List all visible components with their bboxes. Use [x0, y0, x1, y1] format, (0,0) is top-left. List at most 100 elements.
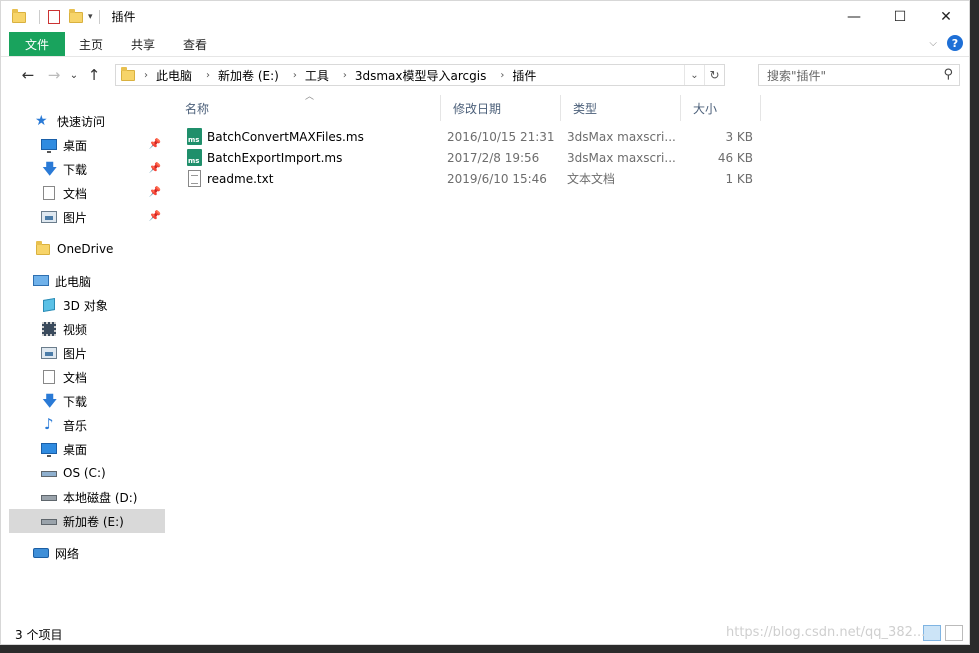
sidebar-item-network[interactable]: 网络	[9, 541, 165, 565]
table-row[interactable]: readme.txt 2019/6/10 15:46 文本文档 1 KB	[181, 168, 771, 189]
breadcrumb-tools[interactable]: 工具	[305, 67, 329, 84]
column-header-size[interactable]: 大小	[681, 95, 761, 121]
desktop-icon	[41, 441, 57, 457]
address-bar[interactable]: › 此电脑 › 新加卷 (E:) › 工具 › 3dsmax模型导入arcgis…	[115, 64, 725, 86]
sidebar-item-quick-access[interactable]: ★ 快速访问	[9, 109, 165, 133]
sidebar-item-downloads-pinned[interactable]: 🡇 下载 📌	[9, 157, 165, 181]
chevron-right-icon[interactable]: ›	[206, 70, 210, 81]
sidebar-item-desktop-pinned[interactable]: 桌面 📌	[9, 133, 165, 157]
picture-icon	[41, 345, 57, 361]
close-button[interactable]: ✕	[923, 1, 969, 32]
maxscript-file-icon: ms	[187, 128, 203, 146]
large-icons-view-button[interactable]	[945, 625, 963, 641]
sidebar-item-music[interactable]: ♪ 音乐	[9, 413, 165, 437]
drive-icon	[41, 489, 57, 505]
pin-icon: 📌	[148, 139, 161, 150]
download-icon: 🡇	[42, 392, 58, 410]
breadcrumb-plugins[interactable]: 插件	[512, 67, 536, 84]
sidebar-item-label: 音乐	[63, 418, 88, 433]
expand-ribbon-icon[interactable]: ⌵	[929, 38, 937, 49]
customize-toolbar-icon[interactable]: ▾	[88, 12, 93, 22]
file-date: 2017/2/8 19:56	[447, 150, 540, 165]
title-bar: ▾ 插件 — ☐ ✕	[1, 1, 969, 32]
music-icon: ♪	[44, 415, 54, 433]
drive-icon	[41, 465, 57, 481]
file-name: readme.txt	[207, 171, 274, 186]
sidebar-item-label: 下载	[63, 394, 88, 409]
properties-icon[interactable]	[46, 9, 62, 25]
recent-locations-button[interactable]: ⌄	[67, 63, 81, 87]
maxscript-file-icon: ms	[187, 149, 203, 167]
help-icon[interactable]: ?	[947, 35, 963, 51]
sidebar-item-label: 文档	[63, 370, 88, 385]
sidebar-item-label: 桌面	[63, 138, 88, 153]
sidebar-item-pictures-pinned[interactable]: 图片 📌	[9, 205, 165, 229]
minimize-button[interactable]: —	[831, 1, 877, 32]
sidebar-item-desktop[interactable]: 桌面	[9, 437, 165, 461]
folder-icon	[11, 8, 27, 25]
sidebar-item-label: 本地磁盘 (D:)	[63, 490, 138, 505]
column-header-name[interactable]: 名称	[173, 95, 441, 121]
breadcrumb-this-pc[interactable]: 此电脑	[156, 67, 192, 84]
picture-icon	[41, 209, 57, 225]
sidebar-item-downloads[interactable]: 🡇 下载	[9, 389, 165, 413]
new-folder-icon[interactable]	[68, 8, 84, 25]
sidebar-item-pictures[interactable]: 图片	[9, 341, 165, 365]
explorer-window: ▾ 插件 — ☐ ✕ 文件 主页 共享 查看 ⌵ ? ← → ⌄ ↑ › 此电脑…	[0, 0, 970, 645]
up-button[interactable]: ↑	[81, 63, 107, 87]
breadcrumb-3dsmax-folder[interactable]: 3dsmax模型导入arcgis	[355, 67, 486, 84]
file-size: 1 KB	[725, 171, 753, 186]
sidebar-item-label: 视频	[63, 322, 88, 337]
chevron-right-icon[interactable]: ›	[144, 70, 148, 81]
chevron-right-icon[interactable]: ›	[293, 70, 297, 81]
tab-share[interactable]: 共享	[117, 32, 169, 56]
cube-icon	[41, 297, 57, 313]
back-button[interactable]: ←	[15, 63, 41, 87]
file-type: 3dsMax maxscri...	[567, 129, 675, 144]
sidebar-item-label: OneDrive	[57, 242, 114, 256]
file-type: 3dsMax maxscri...	[567, 150, 675, 165]
sidebar-item-onedrive[interactable]: OneDrive	[9, 237, 165, 261]
folder-icon	[120, 67, 136, 83]
sidebar-item-3d-objects[interactable]: 3D 对象	[9, 293, 165, 317]
breadcrumb-drive-e[interactable]: 新加卷 (E:)	[218, 67, 279, 84]
sidebar-item-videos[interactable]: 视频	[9, 317, 165, 341]
search-input[interactable]: 搜索"插件" ⚲	[758, 64, 960, 86]
sidebar-item-documents-pinned[interactable]: 文档 📌	[9, 181, 165, 205]
document-icon	[41, 369, 57, 385]
video-icon	[41, 321, 57, 337]
chevron-right-icon[interactable]: ›	[343, 70, 347, 81]
sidebar-item-this-pc[interactable]: 此电脑	[9, 269, 165, 293]
file-list: ︿ 名称 修改日期 类型 大小 ms BatchConvertMAXFiles.…	[167, 92, 957, 617]
refresh-icon[interactable]: ↻	[704, 65, 724, 85]
sidebar-item-drive-e[interactable]: 新加卷 (E:)	[9, 509, 165, 533]
sidebar-item-label: 此电脑	[55, 274, 92, 289]
table-row[interactable]: ms BatchExportImport.ms 2017/2/8 19:56 3…	[181, 147, 771, 168]
search-icon: ⚲	[943, 67, 953, 82]
tab-view[interactable]: 查看	[169, 32, 221, 56]
star-icon: ★	[35, 113, 48, 129]
sidebar-item-label: 文档	[63, 186, 88, 201]
column-header-date[interactable]: 修改日期	[441, 95, 561, 121]
forward-button[interactable]: →	[41, 63, 67, 87]
sidebar-item-drive-c[interactable]: OS (C:)	[9, 461, 165, 485]
details-view-button[interactable]	[923, 625, 941, 641]
ribbon-tabs: 文件 主页 共享 查看 ⌵ ?	[1, 32, 969, 57]
tab-file[interactable]: 文件	[9, 32, 65, 56]
column-header-type[interactable]: 类型	[561, 95, 681, 121]
tab-home[interactable]: 主页	[65, 32, 117, 56]
chevron-right-icon[interactable]: ›	[500, 70, 504, 81]
file-date: 2019/6/10 15:46	[447, 171, 547, 186]
navigation-pane: ★ 快速访问 桌面 📌 🡇 下载 📌 文档 📌 图片 📌 OneDrive 此电…	[9, 97, 167, 617]
drive-icon	[41, 513, 57, 529]
window-title: 插件	[111, 10, 136, 24]
maximize-button[interactable]: ☐	[877, 1, 923, 32]
download-icon: 🡇	[42, 160, 58, 178]
sidebar-item-drive-d[interactable]: 本地磁盘 (D:)	[9, 485, 165, 509]
sidebar-item-documents[interactable]: 文档	[9, 365, 165, 389]
watermark-text: https://blog.csdn.net/qq_382...	[726, 625, 926, 640]
pin-icon: 📌	[148, 211, 161, 222]
address-dropdown-icon[interactable]: ⌄	[684, 65, 704, 85]
sidebar-item-label: 图片	[63, 210, 88, 225]
table-row[interactable]: ms BatchConvertMAXFiles.ms 2016/10/15 21…	[181, 126, 771, 147]
